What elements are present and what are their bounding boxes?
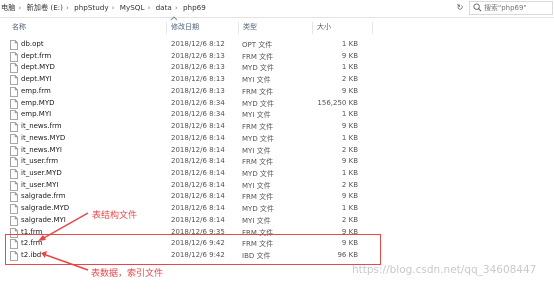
watermark: https://blog.csdn.net/qq_34608447 xyxy=(352,264,537,276)
arrow-head xyxy=(41,251,47,258)
arrow-line xyxy=(45,254,89,271)
annotation-arrows xyxy=(38,212,89,271)
arrow-line xyxy=(41,212,89,240)
arrow-head xyxy=(38,235,46,241)
